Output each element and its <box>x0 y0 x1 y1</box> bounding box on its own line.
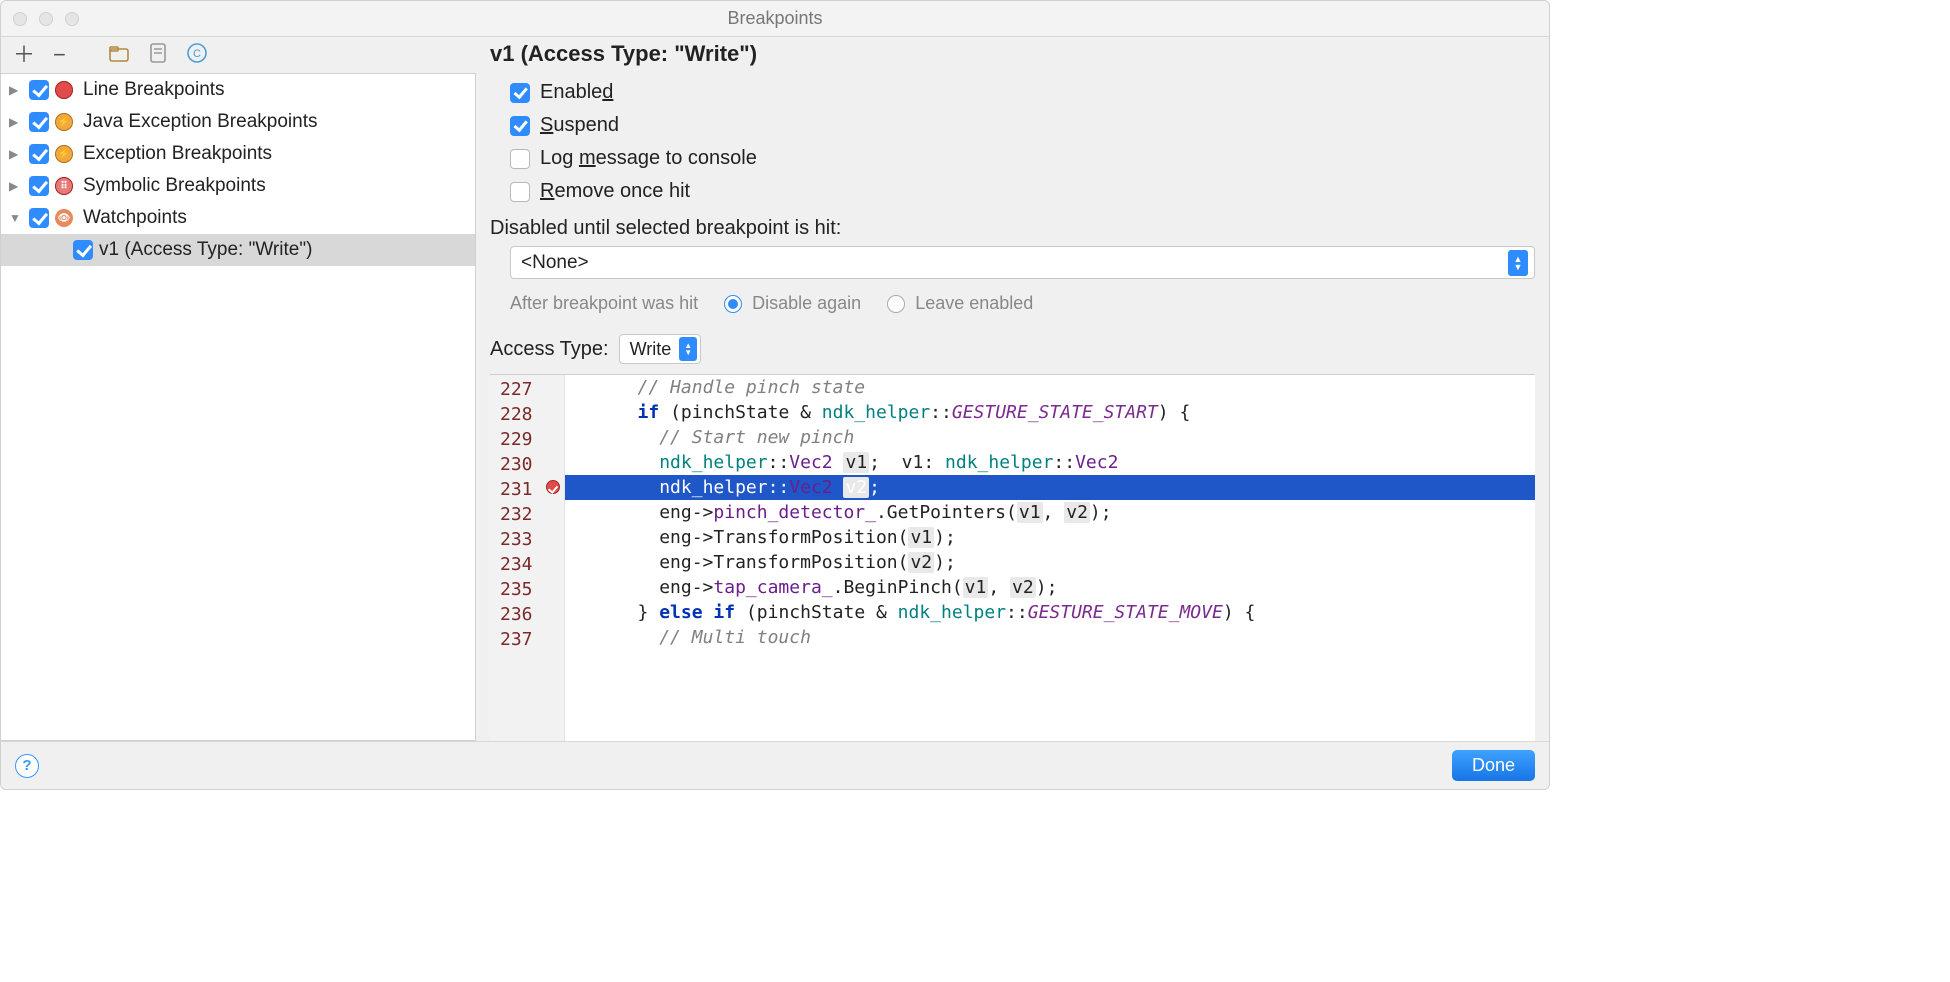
disclosure-icon[interactable]: ▼ <box>9 211 23 225</box>
group-by-file-icon[interactable] <box>148 42 168 69</box>
picker-arrows-icon: ▲▼ <box>1508 250 1528 276</box>
zoom-window-icon[interactable] <box>65 12 79 26</box>
after-hit-row: After breakpoint was hit Disable again L… <box>510 293 1535 314</box>
checkbox-icon <box>510 149 530 169</box>
disclosure-icon[interactable]: ▶ <box>9 179 23 193</box>
code-preview: 227228229230231232233234235236237 // Han… <box>490 374 1535 741</box>
done-button[interactable]: Done <box>1452 750 1535 781</box>
remove-once-hit-label: Remove once hit <box>540 180 690 203</box>
tree-label: Exception Breakpoints <box>83 143 272 165</box>
list-toolbar: ＋ − C <box>1 37 476 73</box>
tree-label: Watchpoints <box>83 207 187 229</box>
detail-title: v1 (Access Type: "Write") <box>490 41 1535 67</box>
marker-gutter[interactable] <box>543 375 565 741</box>
radio-leave-enabled[interactable]: Leave enabled <box>887 293 1033 314</box>
code-lines[interactable]: // Handle pinch state if (pinchState & n… <box>565 375 1535 741</box>
symbolic-breakpoint-icon: ⠿ <box>55 177 73 195</box>
add-breakpoint-button[interactable]: ＋ <box>13 44 35 66</box>
tree-label: Symbolic Breakpoints <box>83 175 266 197</box>
tree-category-line[interactable]: ▶ Line Breakpoints <box>1 74 475 106</box>
tree-category-exception[interactable]: ▶ ⚡ Exception Breakpoints <box>1 138 475 170</box>
close-window-icon[interactable] <box>13 12 27 26</box>
traffic-lights <box>1 12 79 26</box>
tree-category-watchpoints[interactable]: ▼ 👁 Watchpoints <box>1 202 475 234</box>
svg-text:C: C <box>193 48 201 60</box>
dialog-footer: ? Done <box>1 741 1549 789</box>
checkbox[interactable] <box>29 112 49 132</box>
tree-label: v1 (Access Type: "Write") <box>99 239 312 261</box>
line-number-gutter: 227228229230231232233234235236237 <box>490 375 543 741</box>
detail-panel: v1 (Access Type: "Write") Enabled Suspen… <box>476 37 1549 741</box>
checkbox[interactable] <box>29 176 49 196</box>
picker-arrows-icon: ▲▼ <box>679 337 697 361</box>
checkbox[interactable] <box>73 240 93 260</box>
breakpoint-list-panel: ＋ − C ▶ <box>1 37 476 741</box>
radio-icon <box>887 295 905 313</box>
enabled-label: Enabled <box>540 81 613 104</box>
checkbox[interactable] <box>29 208 49 228</box>
disclosure-icon[interactable]: ▶ <box>9 147 23 161</box>
titlebar: Breakpoints <box>1 1 1549 37</box>
help-button[interactable]: ? <box>15 754 39 778</box>
disclosure-icon[interactable]: ▶ <box>9 115 23 129</box>
access-type-value: Write <box>630 339 672 360</box>
radio-disable-again[interactable]: Disable again <box>724 293 861 314</box>
breakpoints-window: Breakpoints ＋ − C <box>0 0 1550 790</box>
group-by-package-icon[interactable] <box>108 43 130 68</box>
radio-icon <box>724 295 742 313</box>
picker-value: <None> <box>521 252 589 274</box>
suspend-checkbox[interactable]: Suspend <box>510 114 1535 137</box>
disclosure-icon[interactable]: ▶ <box>9 83 23 97</box>
access-type-label: Access Type: <box>490 338 609 361</box>
suspend-label: Suspend <box>540 114 619 137</box>
tree-category-symbolic[interactable]: ▶ ⠿ Symbolic Breakpoints <box>1 170 475 202</box>
log-message-label: Log message to console <box>540 147 757 170</box>
tree-label: Java Exception Breakpoints <box>83 111 317 133</box>
disabled-until-label: Disabled until selected breakpoint is hi… <box>490 217 1535 240</box>
checkbox[interactable] <box>29 144 49 164</box>
log-message-checkbox[interactable]: Log message to console <box>510 147 1535 170</box>
group-by-class-icon[interactable]: C <box>186 42 208 69</box>
minimize-window-icon[interactable] <box>39 12 53 26</box>
checkbox[interactable] <box>29 80 49 100</box>
tree-category-java-exception[interactable]: ▶ ⚡ Java Exception Breakpoints <box>1 106 475 138</box>
line-breakpoint-icon <box>55 81 73 99</box>
checkbox-icon <box>510 83 530 103</box>
checkbox-icon <box>510 116 530 136</box>
breakpoint-tree[interactable]: ▶ Line Breakpoints ▶ ⚡ Java Exception Br… <box>1 73 476 741</box>
disabled-until-picker[interactable]: <None> ▲▼ <box>510 246 1535 279</box>
enabled-checkbox[interactable]: Enabled <box>510 81 1535 104</box>
tree-item-watchpoint-v1[interactable]: v1 (Access Type: "Write") <box>1 234 475 266</box>
exception-icon: ⚡ <box>55 145 73 163</box>
watchpoint-icon: 👁 <box>55 209 73 227</box>
window-title: Breakpoints <box>1 8 1549 29</box>
tree-label: Line Breakpoints <box>83 79 225 101</box>
access-type-picker[interactable]: Write ▲▼ <box>619 334 702 364</box>
checkbox-icon <box>510 182 530 202</box>
after-hit-label: After breakpoint was hit <box>510 293 698 314</box>
remove-breakpoint-button[interactable]: − <box>53 44 66 66</box>
java-exception-icon: ⚡ <box>55 113 73 131</box>
remove-once-hit-checkbox[interactable]: Remove once hit <box>510 180 1535 203</box>
